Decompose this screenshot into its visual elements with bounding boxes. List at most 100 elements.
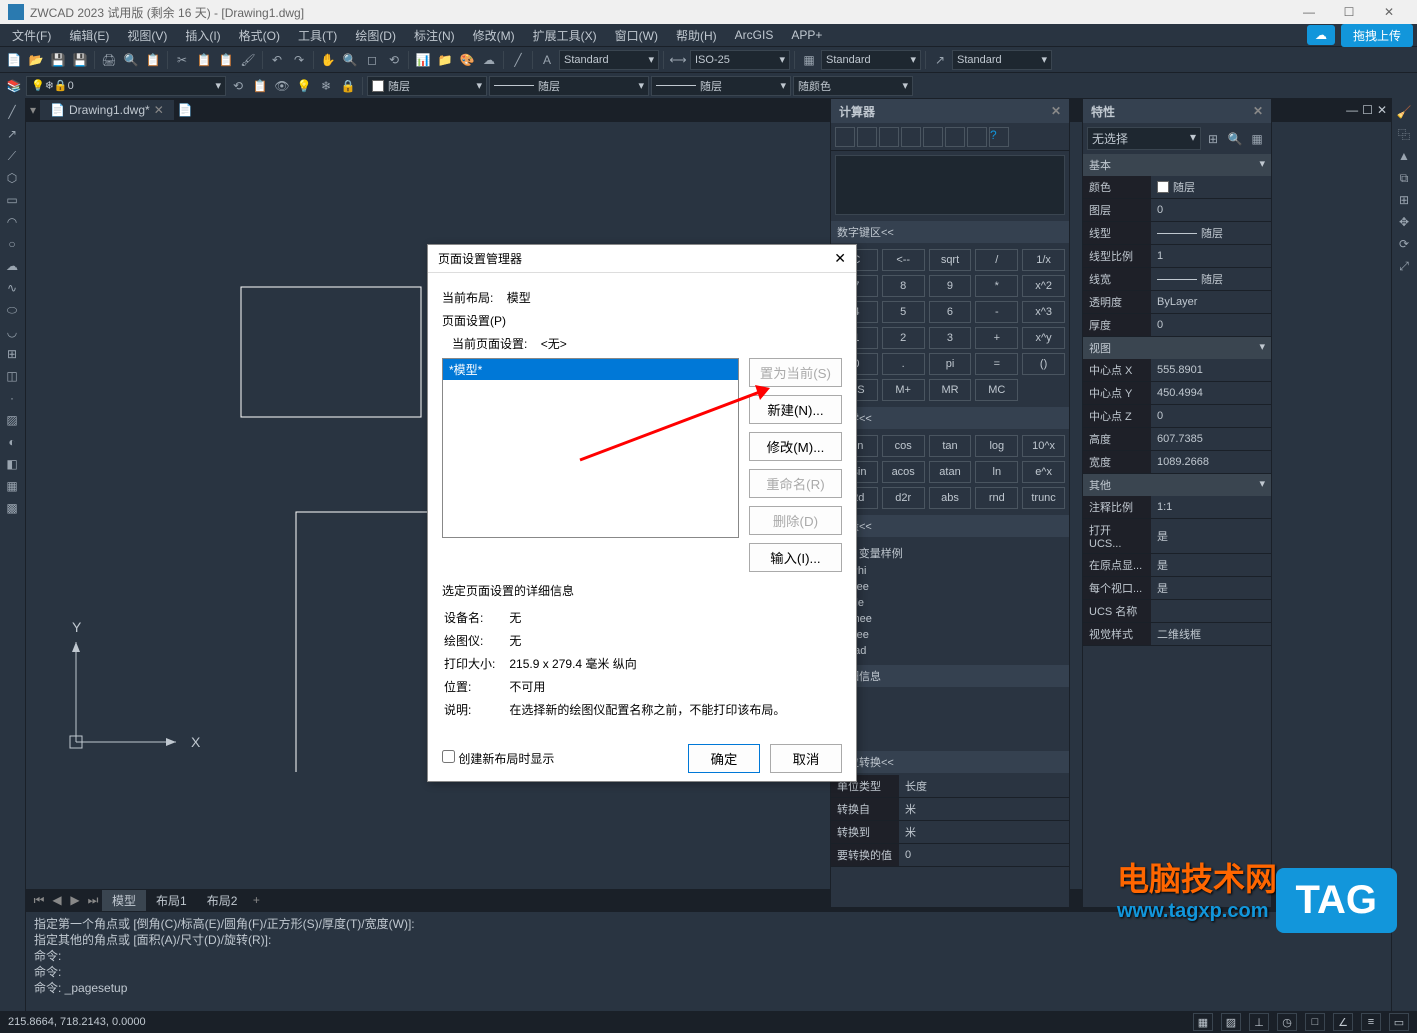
calc-history-icon[interactable]	[857, 127, 877, 147]
prop-ucsname-value[interactable]	[1151, 600, 1271, 622]
calc-help-icon[interactable]: ?	[989, 127, 1009, 147]
erase-tool-icon[interactable]: 🧹	[1394, 102, 1414, 122]
calc-angle-icon[interactable]	[945, 127, 965, 147]
tablestyle-combo[interactable]: Standard▾	[821, 50, 921, 70]
cut-icon[interactable]: ✂	[172, 50, 192, 70]
copy-tool-icon[interactable]: ⿻	[1394, 124, 1414, 144]
pickadd-icon[interactable]: ⊞	[1203, 129, 1223, 149]
select-icon[interactable]: ▦	[1247, 129, 1267, 149]
redo-icon[interactable]: ↷	[289, 50, 309, 70]
dialog-close-icon[interactable]: ✕	[834, 250, 846, 267]
calc-btn-mul[interactable]: *	[975, 275, 1018, 297]
props-view-section[interactable]: 视图▾	[1083, 337, 1271, 359]
grid-toggle[interactable]: ▨	[1221, 1013, 1241, 1031]
tab-nav-dropdown[interactable]: ▾	[30, 103, 36, 117]
calc-btn-mplus[interactable]: M+	[882, 379, 925, 401]
ellipse-tool-icon[interactable]: ⬭	[2, 300, 22, 320]
layeroff-icon[interactable]: 💡	[294, 76, 314, 96]
calc-btn-eq[interactable]: =	[975, 353, 1018, 375]
command-line[interactable]: 指定第一个角点或 [倒角(C)/标高(E)/圆角(F)/正方形(S)/厚度(T)…	[26, 911, 1391, 1011]
paste-icon[interactable]: 📋	[216, 50, 236, 70]
menu-format[interactable]: 格式(O)	[231, 25, 288, 46]
mirror-tool-icon[interactable]: ▲	[1394, 146, 1414, 166]
selection-combo[interactable]: 无选择▾	[1087, 127, 1201, 150]
tab-prev-icon[interactable]: ◀	[48, 893, 66, 907]
prop-thickness-value[interactable]: 0	[1151, 314, 1271, 336]
calc-btn-trunc[interactable]: trunc	[1022, 487, 1065, 509]
tab-layout1[interactable]: 布局1	[146, 890, 197, 911]
scale-tool-icon[interactable]: ⤢	[1394, 256, 1414, 276]
point-tool-icon[interactable]: ·	[2, 388, 22, 408]
menu-dimension[interactable]: 标注(N)	[406, 25, 463, 46]
menu-insert[interactable]: 插入(I)	[177, 25, 228, 46]
lineweight-combo[interactable]: 随层▾	[651, 76, 791, 96]
unit-val-value[interactable]: 0	[899, 844, 1069, 866]
undo-icon[interactable]: ↶	[267, 50, 287, 70]
calc-btn-sqrt[interactable]: sqrt	[929, 249, 972, 271]
var-rad[interactable]: xrad	[835, 643, 1065, 659]
doc-maximize-icon[interactable]: ☐	[1362, 103, 1373, 117]
calc-btn-acos[interactable]: acos	[882, 461, 925, 483]
copy-icon[interactable]: 📋	[194, 50, 214, 70]
designcenter-icon[interactable]: 📁	[435, 50, 455, 70]
calculator-display[interactable]	[835, 155, 1065, 215]
textstyle-icon[interactable]: A	[537, 50, 557, 70]
menu-view[interactable]: 视图(V)	[119, 25, 175, 46]
calc-btn-d2r[interactable]: d2r	[882, 487, 925, 509]
maximize-button[interactable]: ☐	[1329, 0, 1369, 24]
calc-btn-rnd[interactable]: rnd	[975, 487, 1018, 509]
props-basic-section[interactable]: 基本▾	[1083, 154, 1271, 176]
rotate-tool-icon[interactable]: ⟳	[1394, 234, 1414, 254]
zoomprev-icon[interactable]: ⟲	[384, 50, 404, 70]
cancel-button[interactable]: 取消	[770, 744, 842, 773]
var-phi[interactable]: kPhi	[835, 563, 1065, 579]
arc-tool-icon[interactable]: ◠	[2, 212, 22, 232]
new-icon[interactable]: 📄	[4, 50, 24, 70]
close-window-button[interactable]: ✕	[1369, 0, 1409, 24]
prop-cy-value[interactable]: 450.4994	[1151, 382, 1271, 404]
minimize-button[interactable]: —	[1289, 0, 1329, 24]
table-tool-icon[interactable]: ▦	[2, 476, 22, 496]
ok-button[interactable]: 确定	[688, 744, 760, 773]
menu-window[interactable]: 窗口(W)	[607, 25, 666, 46]
pan-icon[interactable]: ✋	[318, 50, 338, 70]
move-tool-icon[interactable]: ✥	[1394, 212, 1414, 232]
calc-vars-header[interactable]: 变量<<	[831, 515, 1069, 537]
open-icon[interactable]: 📂	[26, 50, 46, 70]
calc-btn-dot[interactable]: .	[882, 353, 925, 375]
var-ille[interactable]: xille	[835, 595, 1065, 611]
layerstate-icon[interactable]: 📋	[250, 76, 270, 96]
preview-icon[interactable]: 🔍	[121, 50, 141, 70]
layermgr-icon[interactable]: 📚	[4, 76, 24, 96]
menu-tools[interactable]: 工具(T)	[290, 25, 345, 46]
bylayer-combo[interactable]: 随颜色▾	[793, 76, 913, 96]
wipeout-tool-icon[interactable]: ▩	[2, 498, 22, 518]
osnap-toggle[interactable]: □	[1305, 1013, 1325, 1031]
calc-btn-5[interactable]: 5	[882, 301, 925, 323]
calc-dist-icon[interactable]	[923, 127, 943, 147]
calc-btn-8[interactable]: 8	[882, 275, 925, 297]
menu-edit[interactable]: 编辑(E)	[61, 25, 117, 46]
gradient-tool-icon[interactable]: ◐	[2, 432, 22, 452]
page-setup-list[interactable]: *模型*	[442, 358, 739, 538]
create-layout-checkbox[interactable]: 创建新布局时显示	[442, 750, 554, 767]
calc-btn-log[interactable]: log	[975, 435, 1018, 457]
array-tool-icon[interactable]: ⊞	[1394, 190, 1414, 210]
save-icon[interactable]: 💾	[48, 50, 68, 70]
calc-btn-mr[interactable]: MR	[929, 379, 972, 401]
calc-clear-icon[interactable]	[835, 127, 855, 147]
properties-icon[interactable]: 📊	[413, 50, 433, 70]
calc-btn-6[interactable]: 6	[929, 301, 972, 323]
calc-unit-header[interactable]: 单位转换<<	[831, 751, 1069, 773]
calc-btn-div[interactable]: /	[975, 249, 1018, 271]
prop-origin-value[interactable]: 是	[1151, 554, 1271, 576]
snap-toggle[interactable]: ▦	[1193, 1013, 1213, 1031]
zoomwin-icon[interactable]: ◻	[362, 50, 382, 70]
layeriso-icon[interactable]: 👁	[272, 76, 292, 96]
ortho-toggle[interactable]: ⊥	[1249, 1013, 1269, 1031]
prop-ltscale-value[interactable]: 1	[1151, 245, 1271, 267]
textstyle-combo[interactable]: Standard▾	[559, 50, 659, 70]
lwt-toggle[interactable]: ≡	[1361, 1013, 1381, 1031]
calc-btn-3[interactable]: 3	[929, 327, 972, 349]
calc-btn-inv[interactable]: 1/x	[1022, 249, 1065, 271]
